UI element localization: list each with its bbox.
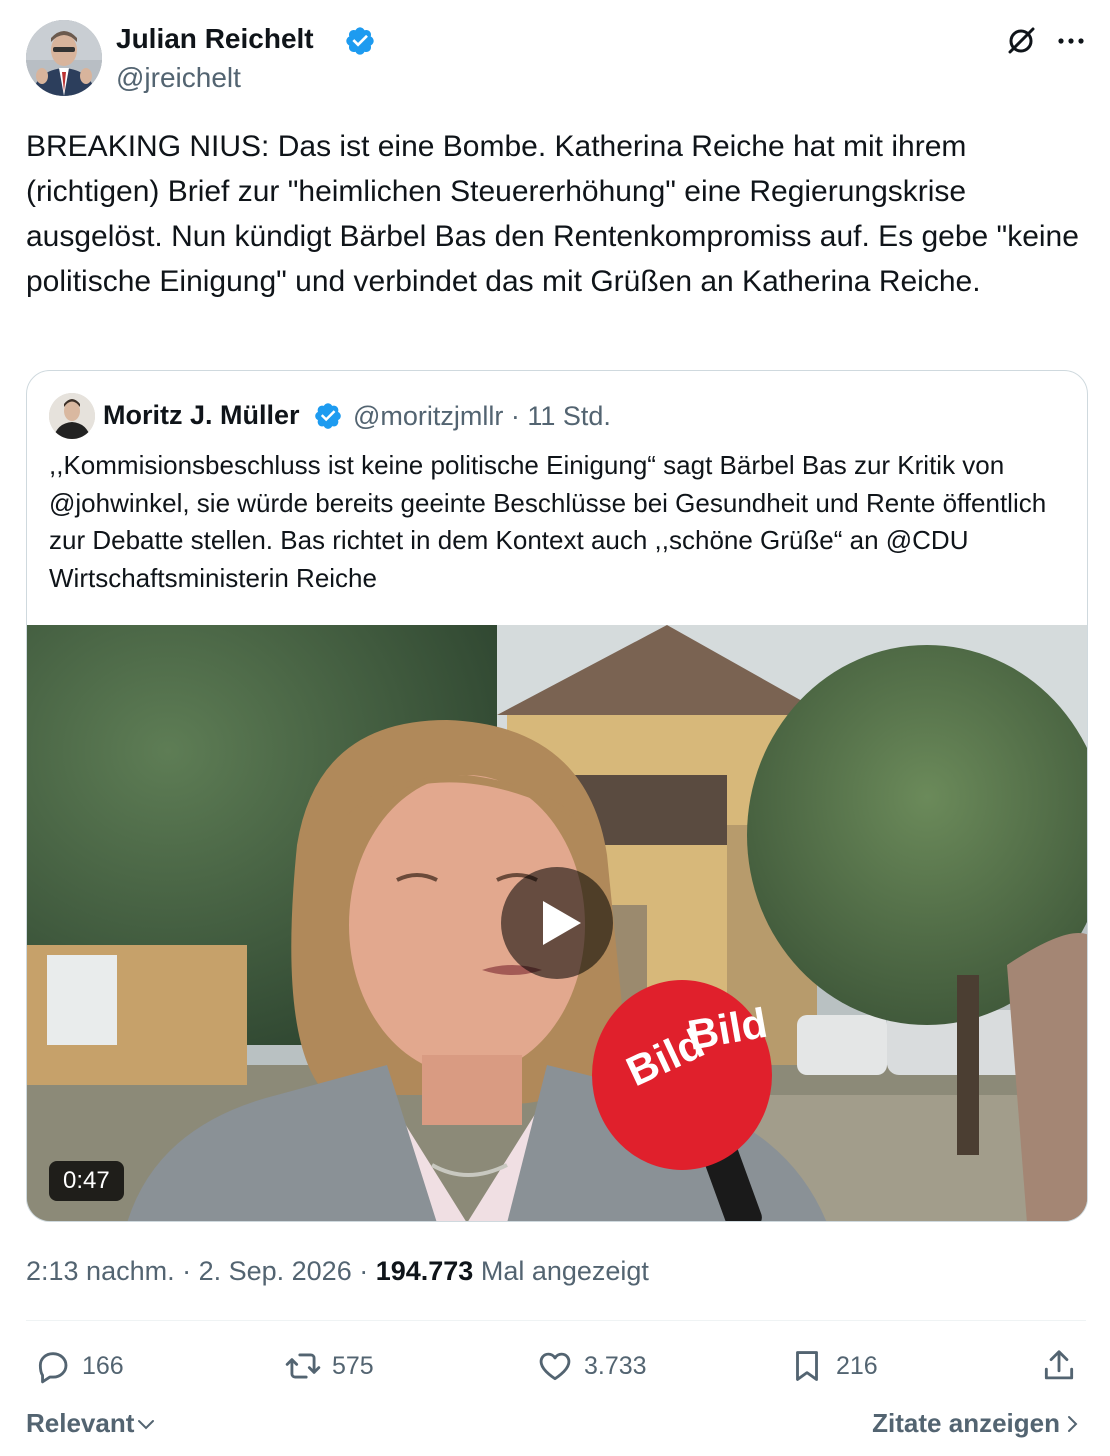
- heart-icon: [539, 1352, 571, 1381]
- timestamp-date[interactable]: 2:13 nachm. · 2. Sep. 2026 ·: [26, 1256, 376, 1286]
- tweet-text: BREAKING NIUS: Das ist eine Bombe. Kathe…: [26, 130, 1079, 298]
- sort-label: Relevant: [26, 1408, 135, 1438]
- bookmark-icon: [796, 1351, 818, 1381]
- like-button[interactable]: 3.733: [536, 1342, 647, 1390]
- author-name[interactable]: Julian Reichelt: [116, 23, 314, 55]
- bookmark-button[interactable]: 216: [788, 1342, 878, 1390]
- grok-icon[interactable]: [1004, 24, 1038, 58]
- quoted-tweet-card[interactable]: Moritz J. Müller @moritzjmllr · 11 Std. …: [26, 370, 1088, 1222]
- reply-button[interactable]: 166: [34, 1342, 124, 1390]
- chevron-right-icon: [1068, 1415, 1078, 1432]
- quoted-verified-badge-icon: [315, 403, 341, 429]
- views-count: 194.773: [375, 1256, 474, 1286]
- author-handle[interactable]: @jreichelt: [116, 62, 241, 94]
- tweet-header: Julian Reichelt @jreichelt: [26, 20, 1086, 98]
- quoted-author-avatar[interactable]: [49, 393, 95, 439]
- share-button[interactable]: [1040, 1342, 1088, 1390]
- author-avatar[interactable]: [26, 20, 102, 96]
- video-duration-badge: 0:47: [49, 1161, 124, 1201]
- more-options-icon[interactable]: [1054, 24, 1088, 58]
- bookmark-count: 216: [836, 1351, 878, 1380]
- verified-badge-icon: [346, 27, 374, 55]
- quoted-tweet-text: ,,Kommisionsbeschluss ist keine politisc…: [49, 450, 1047, 593]
- chevron-down-icon: [138, 1419, 155, 1429]
- repost-icon: [285, 1353, 321, 1379]
- like-count: 3.733: [584, 1351, 647, 1380]
- reply-icon: [38, 1352, 68, 1384]
- share-icon: [1044, 1350, 1074, 1380]
- video-player[interactable]: Bild Bild 0:47: [27, 625, 1087, 1221]
- quoted-author-name[interactable]: Moritz J. Müller: [103, 400, 300, 431]
- reply-count: 166: [82, 1351, 124, 1380]
- quoted-handle-time[interactable]: @moritzjmllr · 11 Std.: [353, 401, 611, 432]
- play-icon: [543, 901, 581, 945]
- repost-button[interactable]: 575: [284, 1342, 374, 1390]
- view-quotes-link[interactable]: Zitate anzeigen: [872, 1408, 1084, 1439]
- sort-dropdown[interactable]: Relevant: [26, 1408, 158, 1439]
- play-button[interactable]: [501, 867, 613, 979]
- tweet-timestamp[interactable]: 2:13 nachm. · 2. Sep. 2026 · 194.773 Mal…: [26, 1256, 649, 1287]
- divider: [26, 1320, 1086, 1321]
- views-label: Mal angezeigt: [473, 1256, 649, 1286]
- repost-count: 575: [332, 1351, 374, 1380]
- quotes-link-label: Zitate anzeigen: [872, 1408, 1060, 1438]
